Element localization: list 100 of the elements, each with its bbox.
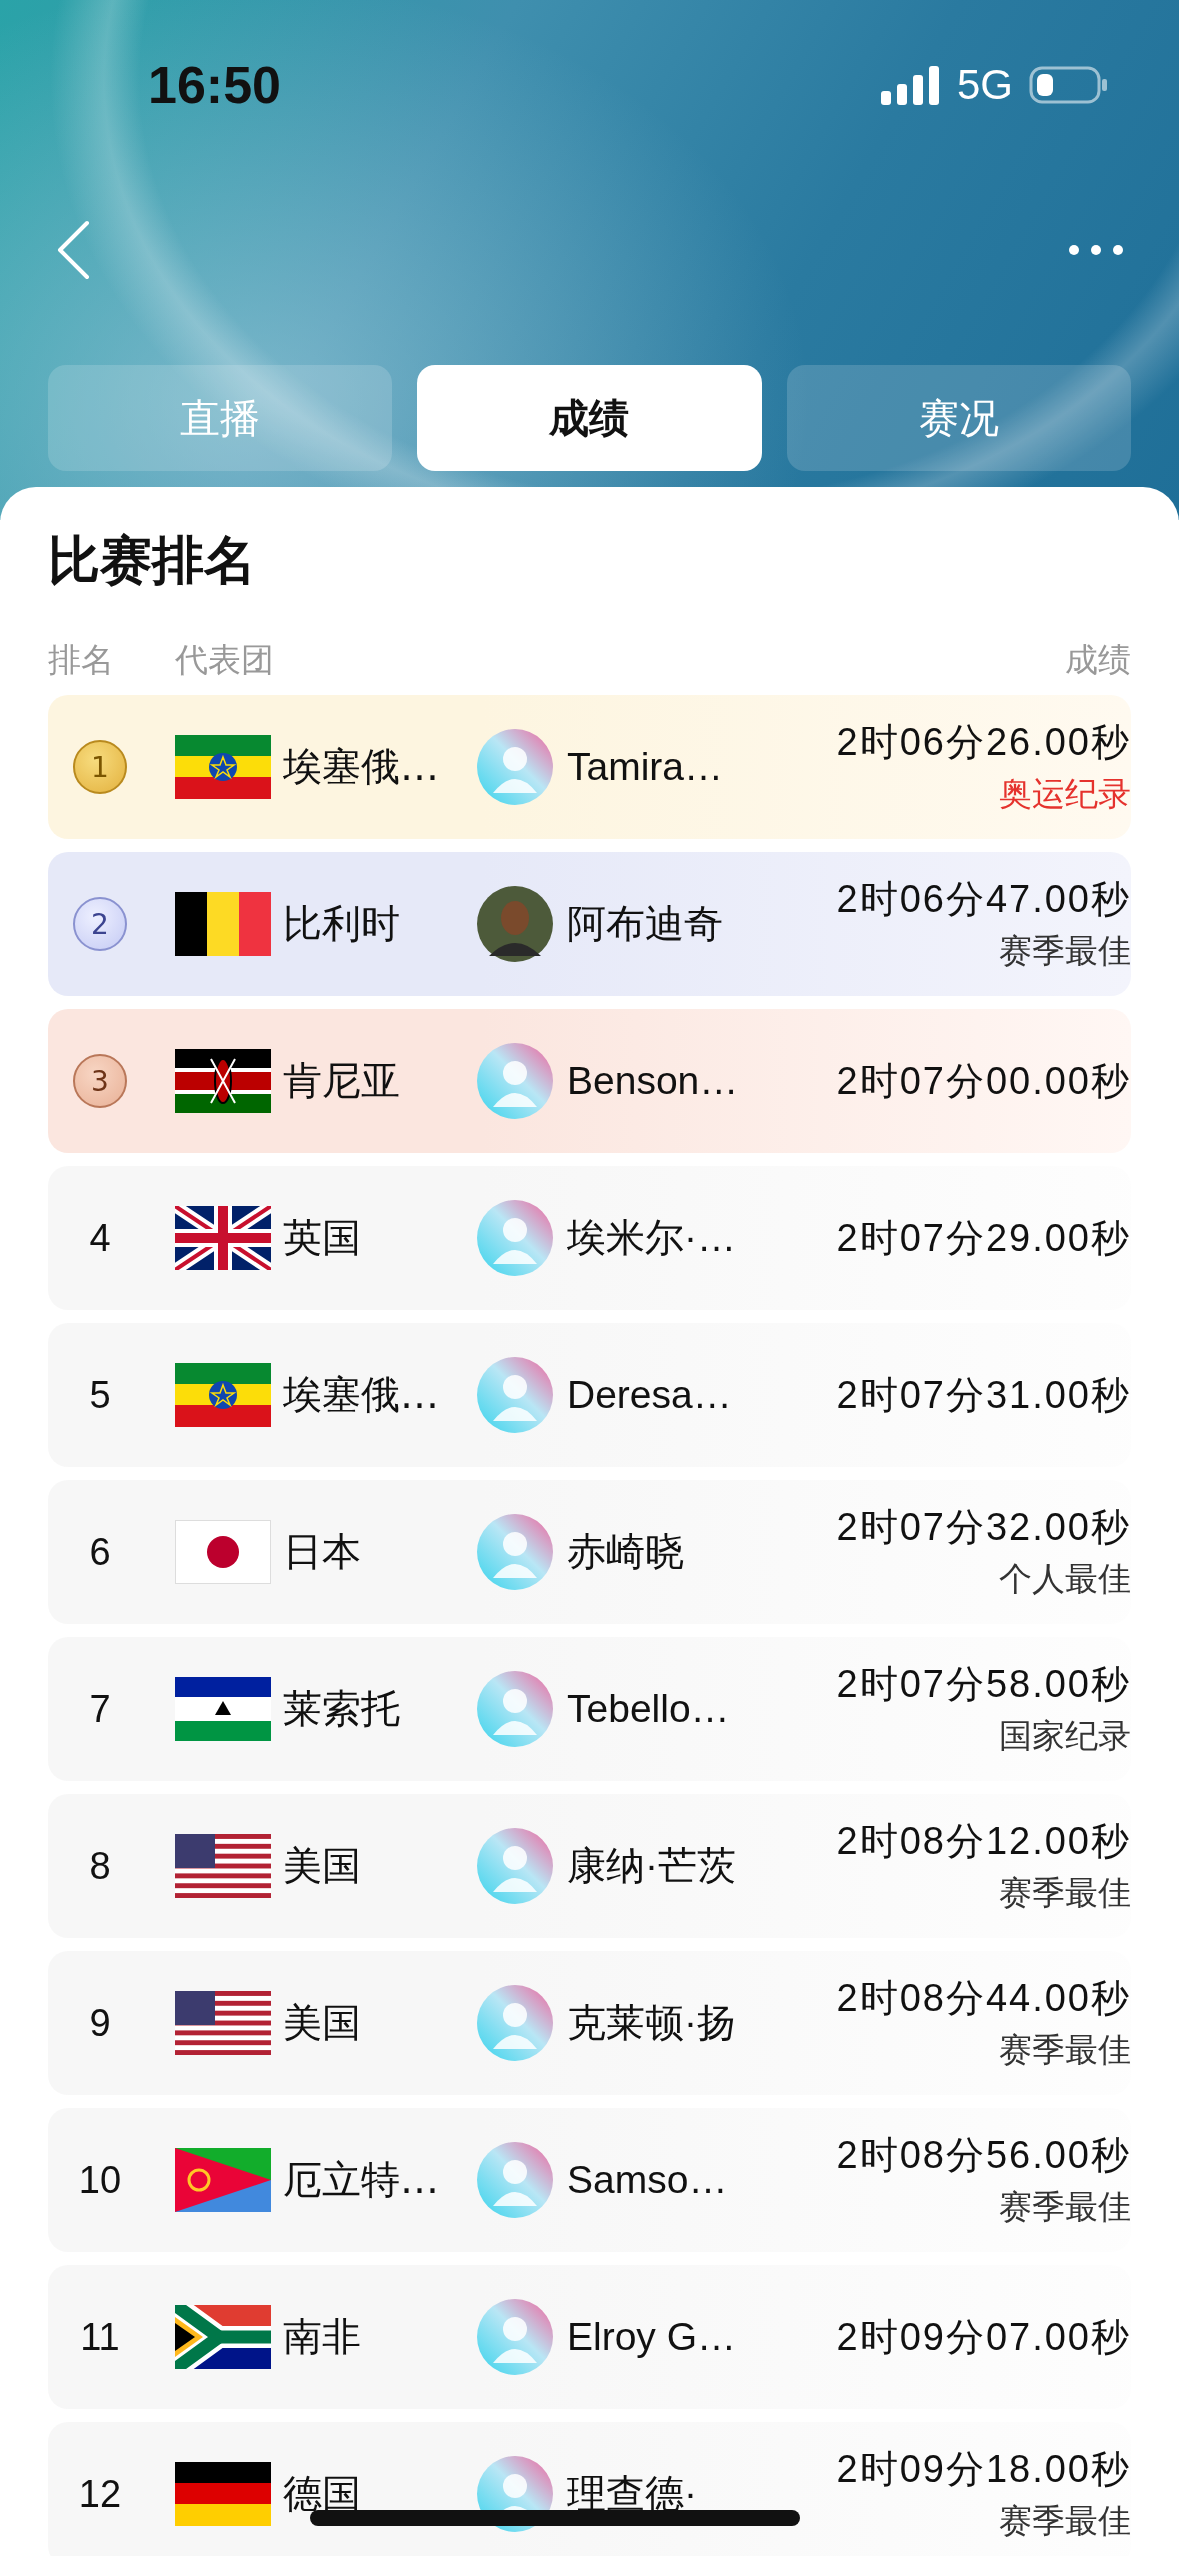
avatar-icon <box>477 1985 553 2061</box>
country-name: 日本 <box>283 1528 362 1576</box>
result-time: 2时07分58.00秒 <box>836 1662 1131 1707</box>
avatar-icon <box>477 1200 553 1276</box>
flag-icon <box>175 1363 271 1427</box>
rank-number: 11 <box>80 2315 120 2359</box>
avatar-icon <box>477 886 553 962</box>
country-name: 比利时 <box>283 900 401 948</box>
athlete-name: 克莱顿·扬 <box>567 2000 737 2046</box>
battery-icon <box>1029 65 1109 105</box>
flag-icon <box>175 735 271 799</box>
avatar-icon <box>477 1671 553 1747</box>
medal: 3 <box>73 1054 127 1108</box>
flag-icon <box>175 2462 271 2526</box>
athlete-name: 理查德· <box>567 2471 698 2517</box>
flag-icon <box>175 1049 271 1113</box>
column-header: 排名 <box>48 638 115 681</box>
tab[interactable]: 赛况 <box>786 365 1131 471</box>
country-name: 南非 <box>283 2313 362 2361</box>
flag-icon <box>175 1834 271 1898</box>
record-note: 个人最佳 <box>999 1558 1131 1600</box>
flag-icon <box>175 1991 271 2055</box>
athlete-name: Benson… <box>567 1059 740 1103</box>
result-time: 2时07分29.00秒 <box>836 1215 1131 1261</box>
tab[interactable]: 成绩 <box>417 365 762 471</box>
back-icon[interactable] <box>55 220 91 280</box>
result-time: 2时07分32.00秒 <box>836 1505 1131 1550</box>
result-row[interactable]: 9 美国 克莱顿·扬 2时08分44.00秒 赛季最佳 <box>48 1951 1131 2095</box>
record-note: 国家纪录 <box>999 1715 1131 1757</box>
result-time: 2时08分12.00秒 <box>836 1819 1131 1864</box>
athlete-name: 康纳·芒茨 <box>567 1843 737 1889</box>
avatar-icon <box>477 1357 553 1433</box>
more-icon[interactable] <box>1068 244 1124 256</box>
avatar-icon <box>477 1514 553 1590</box>
result-row[interactable]: 10 厄立特… Samso… 2时08分56.00秒 赛季最佳 <box>48 2108 1131 2252</box>
result-row[interactable]: 12 德国 理查德· 2时09分18.00秒 赛季最佳 <box>48 2422 1131 2556</box>
record-note: 奥运纪录 <box>999 773 1131 815</box>
result-row[interactable]: 1 埃塞俄… Tamira… 2时06分26.00秒 奥运纪录 <box>48 695 1131 839</box>
column-header: 成绩 <box>1065 638 1131 681</box>
signal-icon <box>880 65 941 105</box>
result-row[interactable]: 3 肯尼亚 Benson… 2时07分00.00秒 <box>48 1009 1131 1153</box>
result-time: 2时09分18.00秒 <box>836 2447 1131 2492</box>
medal: 1 <box>73 740 127 794</box>
record-note: 赛季最佳 <box>999 2500 1131 2542</box>
flag-icon <box>175 1520 271 1584</box>
result-time: 2时06分47.00秒 <box>836 877 1131 922</box>
result-time: 2时06分26.00秒 <box>836 720 1131 765</box>
status-time: 16:50 <box>148 55 281 115</box>
rank-number: 4 <box>89 1216 111 1260</box>
record-note: 赛季最佳 <box>999 2029 1131 2071</box>
medal: 2 <box>73 897 127 951</box>
result-row[interactable]: 8 美国 康纳·芒茨 2时08分12.00秒 赛季最佳 <box>48 1794 1131 1938</box>
country-name: 德国 <box>283 2470 362 2518</box>
rank-number: 8 <box>89 1844 111 1888</box>
country-name: 埃塞俄… <box>283 743 440 791</box>
flag-icon <box>175 1677 271 1741</box>
result-time: 2时07分31.00秒 <box>836 1372 1131 1418</box>
athlete-name: Tebello… <box>567 1687 731 1731</box>
result-time: 2时08分56.00秒 <box>836 2133 1131 2178</box>
flag-icon <box>175 892 271 956</box>
athlete-name: 赤崎晓 <box>567 1529 685 1575</box>
avatar-icon <box>477 729 553 805</box>
flag-icon <box>175 1206 271 1270</box>
country-name: 莱索托 <box>283 1685 401 1733</box>
avatar-icon <box>477 2142 553 2218</box>
flag-icon <box>175 2305 271 2369</box>
athlete-name: 阿布迪奇 <box>567 901 724 947</box>
result-time: 2时08分44.00秒 <box>836 1976 1131 2021</box>
country-name: 美国 <box>283 1999 362 2047</box>
rank-number: 12 <box>78 2472 122 2516</box>
flag-icon <box>175 2148 271 2212</box>
country-name: 厄立特… <box>283 2156 440 2204</box>
rank-number: 6 <box>89 1530 111 1574</box>
result-row[interactable]: 5 埃塞俄… Deresa… 2时07分31.00秒 <box>48 1323 1131 1467</box>
avatar-icon <box>477 1043 553 1119</box>
record-note: 赛季最佳 <box>999 2186 1131 2228</box>
record-note: 赛季最佳 <box>999 1872 1131 1914</box>
result-time: 2时09分07.00秒 <box>836 2314 1131 2360</box>
rank-number: 9 <box>89 2001 111 2045</box>
result-row[interactable]: 6 日本 赤崎晓 2时07分32.00秒 个人最佳 <box>48 1480 1131 1624</box>
result-time: 2时07分00.00秒 <box>836 1058 1131 1104</box>
record-note: 赛季最佳 <box>999 930 1131 972</box>
result-row[interactable]: 4 英国 埃米尔·… 2时07分29.00秒 <box>48 1166 1131 1310</box>
column-header: 代表团 <box>175 638 275 681</box>
athlete-name: Deresa… <box>567 1373 733 1417</box>
athlete-name: Tamira… <box>567 745 725 789</box>
network-label: 5G <box>956 61 1013 109</box>
athlete-name: Samso… <box>567 2158 729 2202</box>
avatar-icon <box>477 1828 553 1904</box>
rank-number: 7 <box>89 1687 111 1731</box>
result-row[interactable]: 7 莱索托 Tebello… 2时07分58.00秒 国家纪录 <box>48 1637 1131 1781</box>
athlete-name: 埃米尔·… <box>567 1215 737 1261</box>
country-name: 肯尼亚 <box>283 1057 401 1105</box>
avatar-icon <box>477 2299 553 2375</box>
country-name: 埃塞俄… <box>283 1371 440 1419</box>
country-name: 美国 <box>283 1842 362 1890</box>
athlete-name: Elroy G… <box>567 2315 738 2359</box>
section-title: 比赛排名 <box>48 529 256 592</box>
result-row[interactable]: 2 比利时 阿布迪奇 2时06分47.00秒 赛季最佳 <box>48 852 1131 996</box>
result-row[interactable]: 11 南非 Elroy G… 2时09分07.00秒 <box>48 2265 1131 2409</box>
